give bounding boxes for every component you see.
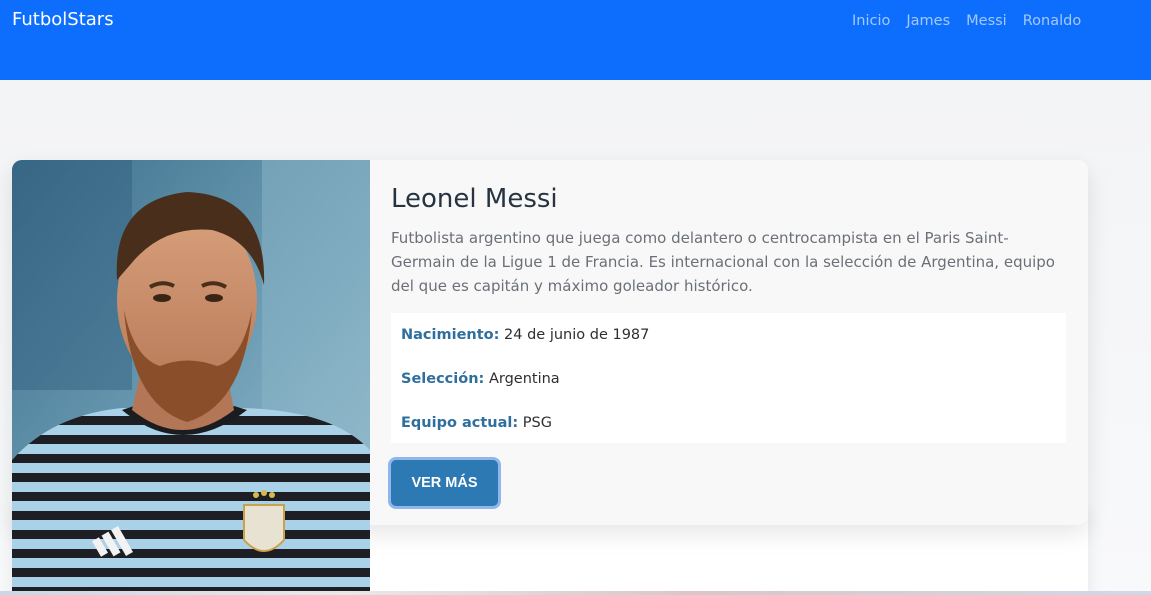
detail-label: Equipo actual: (401, 415, 519, 431)
details-list: Nacimiento: 24 de junio de 1987 Selecció… (391, 313, 1066, 443)
player-photo-svg (12, 160, 370, 595)
nav-link-james[interactable]: James (906, 11, 950, 31)
player-description: Futbolista argentino que juega como dela… (391, 229, 1055, 295)
brand-logo[interactable]: FutbolStars (12, 9, 114, 30)
player-name: Leonel Messi (391, 184, 558, 214)
ver-mas-button[interactable]: VER MÁS (388, 457, 501, 509)
bottom-strip (0, 591, 1151, 595)
detail-value: PSG (522, 415, 552, 431)
detail-row-equipo: Equipo actual: PSG (401, 413, 552, 433)
nav-links: Inicio James Messi Ronaldo (852, 11, 1081, 31)
nav-link-ronaldo[interactable]: Ronaldo (1023, 11, 1081, 31)
player-photo (12, 160, 370, 595)
detail-label: Selección: (401, 371, 485, 387)
detail-row-seleccion: Selección: Argentina (401, 369, 560, 389)
nav-link-messi[interactable]: Messi (966, 11, 1007, 31)
nav-link-inicio[interactable]: Inicio (852, 11, 890, 31)
detail-label: Nacimiento: (401, 327, 500, 343)
navbar: FutbolStars Inicio James Messi Ronaldo (0, 0, 1151, 80)
card-body: Leonel Messi Futbolista argentino que ju… (391, 182, 1071, 298)
detail-value: Argentina (488, 371, 560, 387)
detail-row-nacimiento: Nacimiento: 24 de junio de 1987 (401, 325, 649, 345)
detail-value: 24 de junio de 1987 (504, 327, 650, 343)
